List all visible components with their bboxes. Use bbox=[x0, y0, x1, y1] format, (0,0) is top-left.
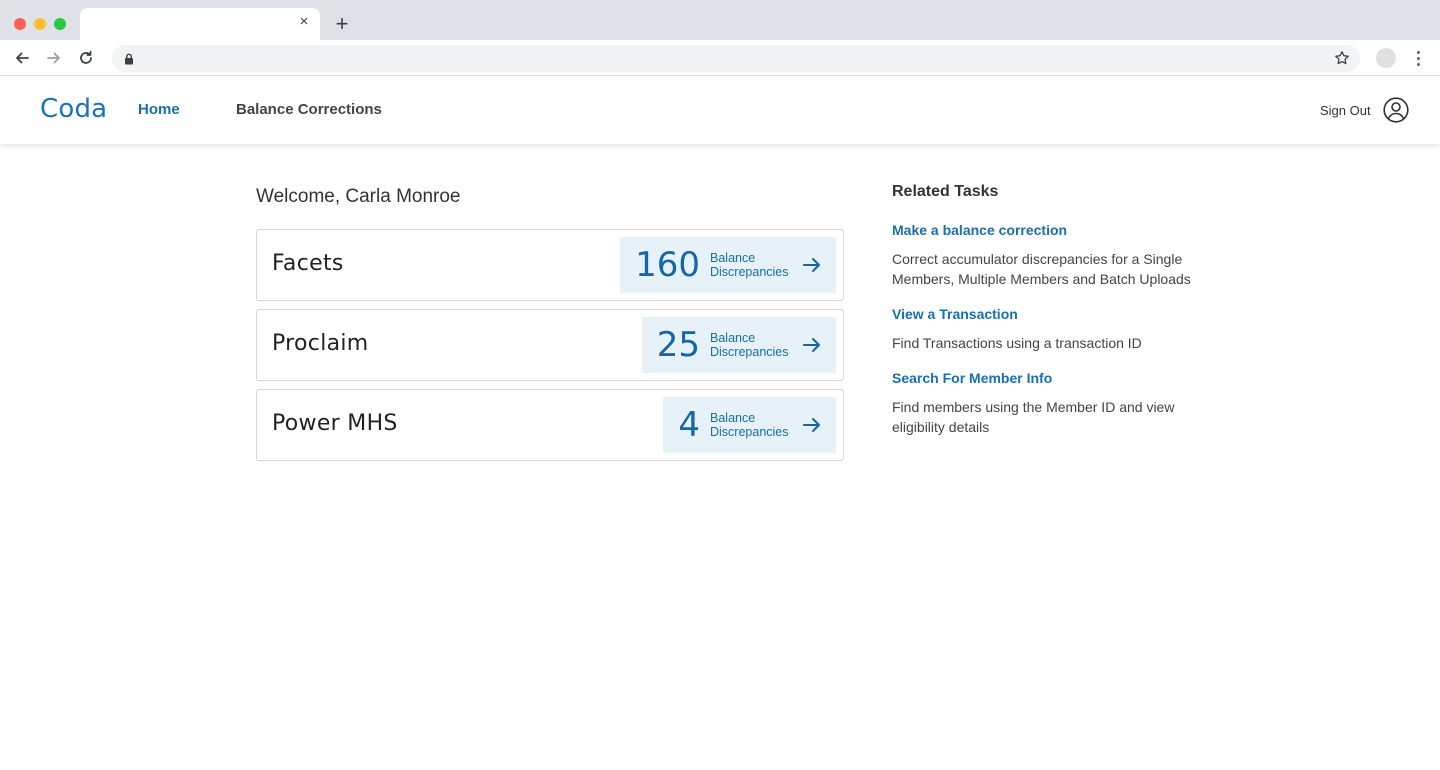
address-bar[interactable] bbox=[112, 45, 1360, 72]
system-card-power-mhs: Power MHS 4 Balance Discrepancies bbox=[256, 389, 844, 461]
browser-toolbar bbox=[0, 40, 1440, 76]
reload-icon[interactable] bbox=[76, 48, 96, 68]
window-close-button[interactable] bbox=[14, 18, 26, 30]
new-tab-button[interactable]: + bbox=[331, 13, 353, 35]
related-task-description: Correct accumulator discrepancies for a … bbox=[892, 251, 1191, 287]
related-tasks-heading: Related Tasks bbox=[892, 183, 999, 200]
nav-home[interactable]: Home bbox=[138, 101, 180, 118]
related-task-description: Find Transactions using a transaction ID bbox=[892, 335, 1142, 351]
discrepancy-label: Balance Discrepancies bbox=[710, 411, 789, 439]
arrow-right-icon bbox=[802, 255, 822, 275]
card-title: Power MHS bbox=[272, 411, 398, 436]
system-card-proclaim: Proclaim 25 Balance Discrepancies bbox=[256, 309, 844, 381]
lock-icon bbox=[124, 52, 134, 70]
profile-avatar[interactable] bbox=[1376, 48, 1396, 68]
window-minimize-button[interactable] bbox=[34, 18, 46, 30]
forward-icon[interactable] bbox=[44, 48, 64, 68]
app-header: Coda Home Balance Corrections Sign Out bbox=[0, 76, 1440, 144]
app-logo[interactable]: Coda bbox=[40, 94, 107, 124]
discrepancy-label: Balance Discrepancies bbox=[710, 331, 789, 359]
discrepancy-count: 4 bbox=[678, 405, 700, 445]
card-title: Facets bbox=[272, 251, 344, 276]
discrepancy-count: 25 bbox=[656, 325, 700, 365]
discrepancy-count: 160 bbox=[635, 245, 700, 285]
related-task-link[interactable]: Make a balance correction bbox=[892, 222, 1067, 238]
discrepancies-badge[interactable]: 4 Balance Discrepancies bbox=[663, 397, 836, 453]
sign-out-link[interactable]: Sign Out bbox=[1320, 103, 1371, 118]
window-zoom-button[interactable] bbox=[54, 18, 66, 30]
related-task-description: Find members using the Member ID and vie… bbox=[892, 399, 1175, 435]
arrow-right-icon bbox=[802, 335, 822, 355]
user-icon[interactable] bbox=[1383, 97, 1409, 123]
browser-tab-bar: × + bbox=[0, 0, 1440, 40]
card-title: Proclaim bbox=[272, 331, 369, 356]
nav-balance-corrections[interactable]: Balance Corrections bbox=[236, 101, 382, 118]
tab-close-icon[interactable]: × bbox=[296, 14, 312, 30]
browser-menu-icon[interactable] bbox=[1410, 48, 1426, 68]
related-task-link[interactable]: View a Transaction bbox=[892, 306, 1018, 322]
system-card-facets: Facets 160 Balance Discrepancies bbox=[256, 229, 844, 301]
back-icon[interactable] bbox=[12, 48, 32, 68]
discrepancy-label: Balance Discrepancies bbox=[710, 251, 789, 279]
discrepancies-badge[interactable]: 160 Balance Discrepancies bbox=[620, 237, 836, 293]
discrepancies-badge[interactable]: 25 Balance Discrepancies bbox=[641, 317, 836, 373]
arrow-right-icon bbox=[802, 415, 822, 435]
welcome-message: Welcome, Carla Monroe bbox=[256, 186, 461, 207]
browser-tab[interactable]: × bbox=[80, 8, 320, 40]
related-task-link[interactable]: Search For Member Info bbox=[892, 370, 1052, 386]
star-icon[interactable] bbox=[1334, 50, 1350, 71]
